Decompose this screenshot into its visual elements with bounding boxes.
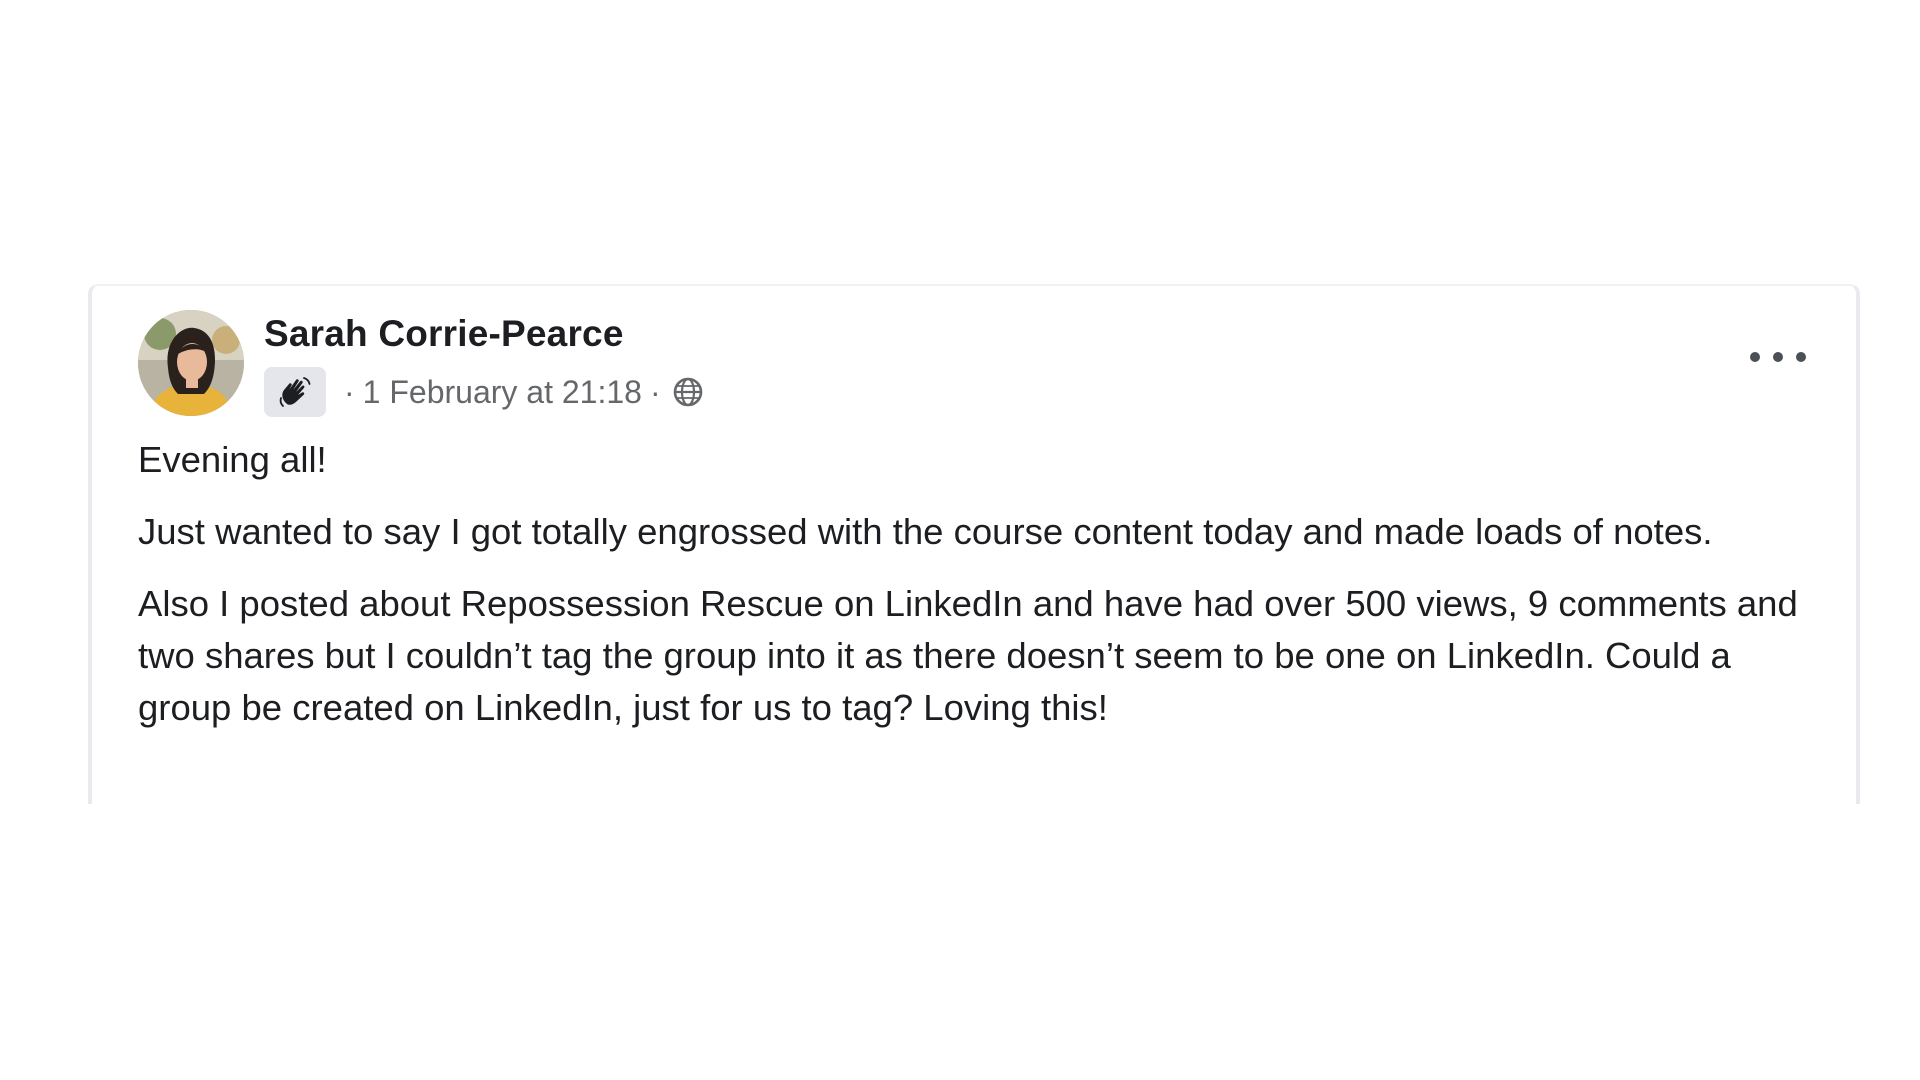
meta-separator: · bbox=[344, 373, 355, 410]
waving-hand-icon[interactable] bbox=[264, 367, 326, 417]
more-options-icon bbox=[1750, 352, 1760, 362]
globe-icon bbox=[671, 375, 705, 409]
post-paragraph: Just wanted to say I got totally engross… bbox=[138, 511, 1713, 552]
avatar-photo-icon bbox=[138, 310, 244, 416]
post-paragraph: Also I posted about Repossession Rescue … bbox=[138, 583, 1798, 728]
more-options-button[interactable] bbox=[1750, 342, 1806, 372]
post-paragraph: Evening all! bbox=[138, 439, 327, 480]
meta-separator: · bbox=[649, 373, 661, 410]
post-body: Evening all! Just wanted to say I got to… bbox=[138, 434, 1828, 754]
author-name[interactable]: Sarah Corrie-Pearce bbox=[264, 313, 624, 355]
post-card: Sarah Corrie-Pearce · 1 February at 21:1… bbox=[88, 284, 1860, 804]
avatar[interactable] bbox=[138, 310, 244, 416]
post-timestamp[interactable]: 1 February at 21:18 bbox=[363, 374, 642, 411]
post-meta: · 1 February at 21:18 · bbox=[264, 366, 705, 418]
